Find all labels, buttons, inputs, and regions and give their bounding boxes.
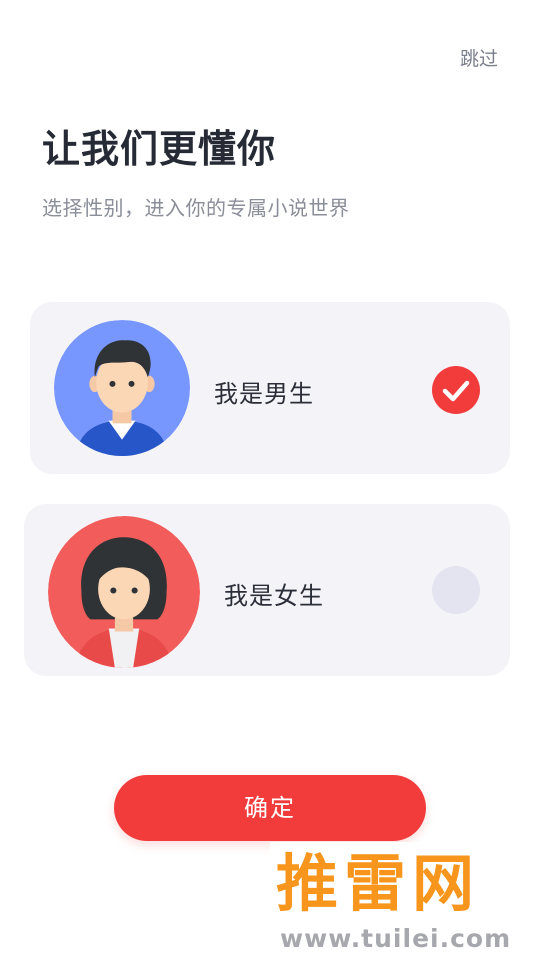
gender-option-female[interactable]: 我是女生 [24, 504, 510, 676]
watermark: 推雷网 www.tuilei.com [270, 842, 540, 960]
female-avatar-icon [48, 516, 200, 668]
skip-button[interactable]: 跳过 [460, 44, 498, 71]
unselected-radio-icon[interactable] [432, 566, 480, 614]
male-avatar-icon [54, 320, 190, 456]
page-subtitle: 选择性别，进入你的专属小说世界 [42, 196, 350, 220]
option-label-female: 我是女生 [224, 582, 324, 610]
watermark-logo-text: 推雷网 [276, 847, 481, 920]
page-title: 让我们更懂你 [42, 127, 277, 171]
selected-check-icon[interactable] [432, 366, 480, 414]
confirm-button[interactable]: 确定 [114, 775, 426, 841]
gender-option-male[interactable]: 我是男生 [30, 302, 510, 474]
watermark-url: www.tuilei.com [280, 924, 512, 953]
option-label-male: 我是男生 [214, 380, 314, 408]
